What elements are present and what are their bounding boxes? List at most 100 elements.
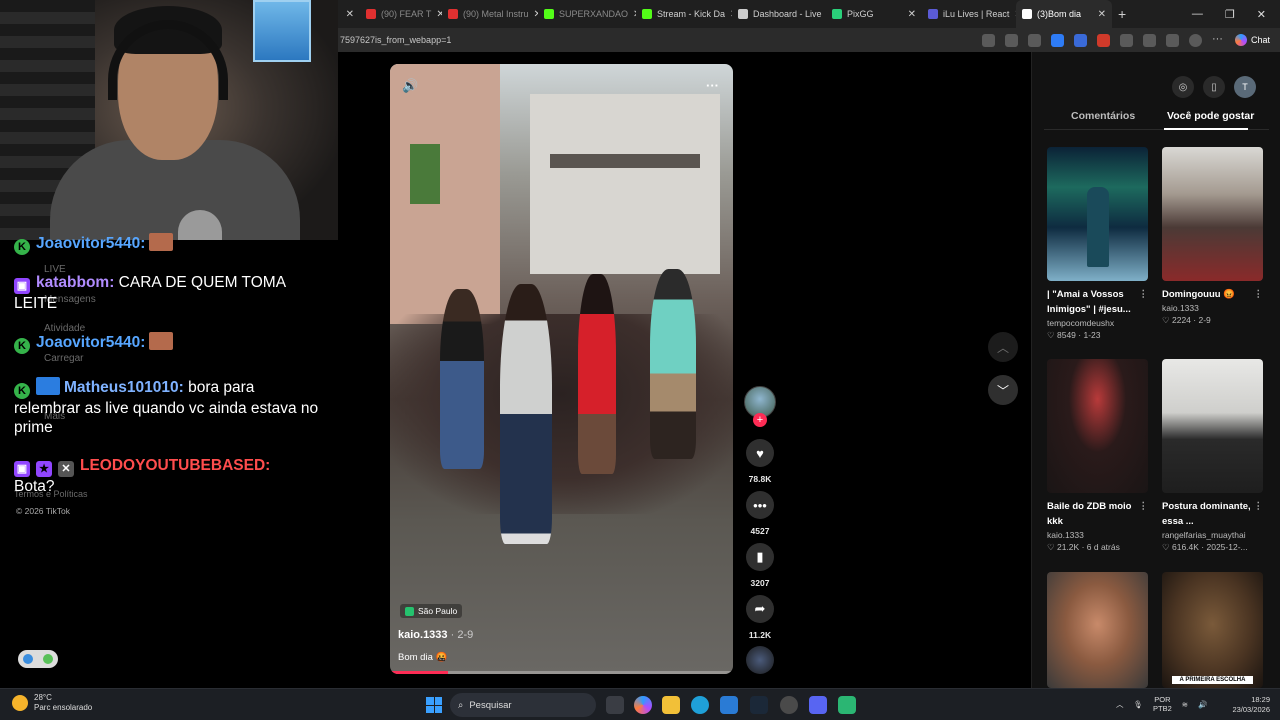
copilot-icon[interactable] — [634, 696, 652, 714]
follow-plus-icon[interactable]: + — [753, 413, 767, 427]
music-disc-icon[interactable] — [746, 646, 774, 674]
recommended-video-card[interactable]: Postura dominante, essa ... ⋮ rangelfaria… — [1162, 359, 1263, 553]
tab-favicon-icon — [738, 9, 748, 19]
card-more-icon[interactable]: ⋮ — [1254, 499, 1264, 514]
mute-badge-icon: ✕ — [58, 461, 74, 477]
app-icon[interactable] — [838, 696, 856, 714]
favorite-star-icon[interactable] — [1027, 33, 1041, 47]
task-view-icon[interactable] — [606, 696, 624, 714]
chat-widget-toggle[interactable] — [18, 650, 58, 668]
next-video-chevron-down-icon[interactable]: ﹀ — [988, 375, 1018, 405]
recommended-video-card[interactable]: Baile do ZDB moio kkk ⋮ kaio.1333 ♡ 21.2K… — [1047, 359, 1148, 553]
taskbar-clock[interactable]: 18:29 23/03/2026 — [1226, 695, 1270, 715]
app-install-icon[interactable] — [981, 33, 995, 47]
edge-icon[interactable] — [691, 696, 709, 714]
steam-icon[interactable] — [750, 696, 768, 714]
browser-tab[interactable]: Dashboard - Live✕ — [732, 0, 826, 28]
person — [578, 274, 616, 474]
extension-icon[interactable] — [1050, 33, 1064, 47]
card-title: Postura dominante, essa ... ⋮ — [1162, 499, 1264, 527]
recommended-video-card[interactable] — [1047, 572, 1148, 688]
extension-icon[interactable] — [1096, 33, 1110, 47]
card-more-icon[interactable]: ⋮ — [1139, 287, 1149, 302]
twitch-badge-icon: ▣ — [14, 278, 30, 294]
card-more-icon[interactable]: ⋮ — [1139, 499, 1149, 514]
browser-tab[interactable]: Stream - Kick Da✕ — [636, 0, 732, 28]
tab-label: Dashboard - Live — [753, 9, 822, 19]
coins-icon[interactable]: ◎ — [1172, 76, 1194, 98]
maximize-icon[interactable]: ❐ — [1225, 8, 1235, 21]
chat-message: K Joaovitor5440: — [14, 233, 324, 255]
more-menu-icon[interactable]: ··· — [1212, 33, 1225, 47]
volume-icon[interactable]: 🔊 — [1198, 700, 1207, 709]
minimize-icon[interactable]: — — [1192, 8, 1203, 21]
browser-tab[interactable]: PixGG ✕ — [826, 0, 922, 28]
wifi-icon[interactable]: ≋ — [1182, 700, 1188, 709]
file-explorer-icon[interactable] — [662, 696, 680, 714]
video-progress-bar[interactable] — [390, 671, 733, 674]
obs-icon[interactable] — [780, 696, 798, 714]
recommended-video-card[interactable]: A PRIMEIRA ESCOLHA — [1162, 572, 1263, 688]
url-field[interactable]: 7597627is_from_webapp=1 — [338, 35, 451, 45]
recommended-video-card[interactable]: | "Amai a Vossos Inimigos" | #jesu... ⋮ t… — [1047, 147, 1148, 341]
chat-text: Bota? — [14, 478, 55, 495]
chevron-up-icon[interactable]: ︿ — [1116, 700, 1124, 709]
store-icon[interactable] — [720, 696, 738, 714]
plant — [410, 144, 440, 204]
close-window-icon[interactable]: ✕ — [1257, 8, 1266, 21]
toolbar-extensions: ··· Chat — [981, 33, 1280, 47]
tab-comments[interactable]: Comentários — [1071, 110, 1135, 122]
card-title: Baile do ZDB moio kkk ⋮ — [1047, 499, 1149, 527]
chat-username: Joaovitor5440: — [36, 235, 146, 252]
discord-icon[interactable] — [809, 696, 827, 714]
location-tag[interactable]: São Paulo — [400, 604, 463, 618]
profile-avatar[interactable]: T — [1234, 76, 1256, 98]
tab-you-may-like[interactable]: Você pode gostar — [1167, 110, 1254, 122]
like-heart-icon[interactable]: ♥ — [746, 439, 774, 467]
tab-close-icon[interactable]: ✕ — [1098, 9, 1106, 20]
taskbar-search[interactable]: ⌕ Pesquisar — [450, 693, 596, 717]
comment-count: 4527 — [750, 526, 770, 536]
browser-tab[interactable]: iLu Lives | React✕ — [922, 0, 1016, 28]
wall-poster — [253, 0, 311, 62]
comment-icon[interactable]: ••• — [746, 491, 774, 519]
recommended-video-card[interactable]: Domingouuu 😡 ⋮ kaio.1333 ♡ 2224 · 2-9 — [1162, 147, 1263, 326]
card-more-icon[interactable]: ⋮ — [1254, 287, 1264, 302]
weather-sun-icon — [12, 695, 28, 711]
microphone-icon[interactable]: 🎙 — [1134, 700, 1144, 709]
browser-tab[interactable]: (3)Bom dia ✕ — [1016, 0, 1112, 28]
card-author: tempocomdeushx — [1047, 318, 1115, 328]
webcam-overlay — [0, 0, 338, 240]
mute-icon[interactable]: 🔊 — [402, 78, 418, 94]
share-icon[interactable]: ➦ — [746, 595, 774, 623]
tab-favicon-icon — [928, 9, 938, 19]
copilot-chat-button[interactable]: Chat — [1234, 34, 1270, 46]
new-tab-button[interactable]: + — [1112, 0, 1132, 28]
more-options-icon[interactable]: ··· — [706, 78, 719, 93]
browser-tab[interactable]: (90) FEAR T ✕ — [360, 0, 442, 28]
person — [650, 269, 696, 459]
save-count: 3207 — [750, 578, 770, 588]
card-stats: ♡ 616.4K · 2025-12-... — [1162, 542, 1248, 552]
video-author[interactable]: kaio.1333 · 2-9 — [398, 629, 473, 641]
favorites-icon[interactable] — [1142, 33, 1156, 47]
video-thumbnail — [1047, 147, 1148, 281]
profile-avatar[interactable] — [1188, 33, 1202, 47]
previous-video-chevron-up-icon[interactable]: ︿ — [988, 332, 1018, 362]
weather-widget[interactable]: 28°C Parc ensolarado — [12, 693, 92, 713]
extension-icon[interactable] — [1073, 33, 1087, 47]
input-language[interactable]: POR PTB2 — [1153, 695, 1172, 713]
device-icon[interactable]: ▯ — [1203, 76, 1225, 98]
browser-tab[interactable]: (90) Metal Instru ✕ — [442, 0, 538, 28]
downloads-icon[interactable] — [1165, 33, 1179, 47]
windows-start-icon[interactable] — [426, 697, 442, 713]
translate-icon[interactable] — [1004, 33, 1018, 47]
browser-tab[interactable]: SUPERXANDAO✕ — [538, 0, 636, 28]
tab-close-icon[interactable]: ✕ — [908, 9, 916, 20]
bookmark-icon[interactable]: ▮ — [746, 543, 774, 571]
tab-close-icon[interactable]: ✕ — [338, 0, 360, 28]
video-player[interactable]: 🔊 ··· São Paulo kaio.1333 · 2-9 Bom dia … — [390, 64, 733, 674]
chat-username: Matheus101010: — [64, 379, 184, 396]
extensions-puzzle-icon[interactable] — [1119, 33, 1133, 47]
tab-favicon-icon — [544, 9, 554, 19]
